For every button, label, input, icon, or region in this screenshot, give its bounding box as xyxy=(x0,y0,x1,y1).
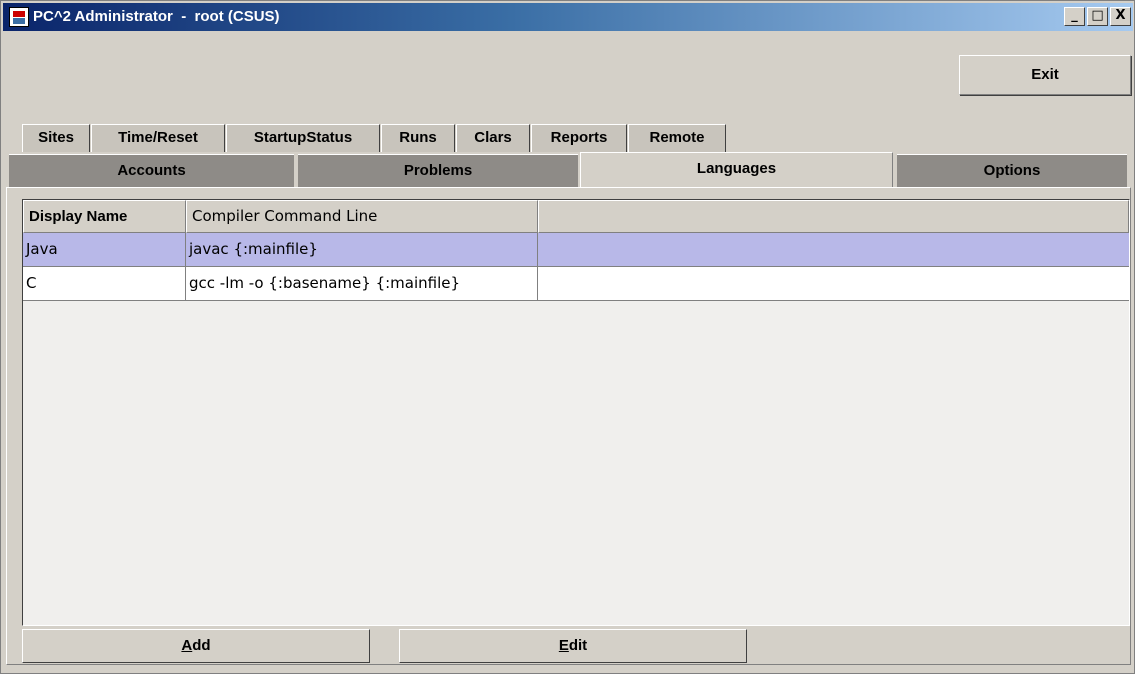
tab-time-reset[interactable]: Time/Reset xyxy=(91,124,225,152)
add-mnemonic: A xyxy=(181,637,193,654)
table-row[interactable]: Java javac {:mainfile} xyxy=(23,233,1129,267)
tab-options[interactable]: Options xyxy=(897,154,1127,187)
column-header-empty[interactable] xyxy=(538,200,1129,233)
app-window: PC^2 Administrator - root (CSUS) _ □ X E… xyxy=(0,0,1135,674)
maximize-button[interactable]: □ xyxy=(1087,7,1108,26)
tab-languages[interactable]: Languages xyxy=(580,152,893,188)
add-button[interactable]: Add xyxy=(22,629,370,663)
window-title: PC^2 Administrator - root (CSUS) xyxy=(33,8,280,25)
cell-display-name: C xyxy=(23,267,186,300)
app-logo-icon xyxy=(9,7,29,27)
tab-clars[interactable]: Clars xyxy=(456,124,530,152)
add-label-rest: dd xyxy=(192,637,211,654)
edit-label-rest: dit xyxy=(568,637,588,654)
column-header-display-name[interactable]: Display Name xyxy=(23,200,186,233)
table-row[interactable]: C gcc -lm -o {:basename} {:mainfile} xyxy=(23,267,1129,301)
column-header-compiler-command[interactable]: Compiler Command Line xyxy=(186,200,538,233)
tab-problems[interactable]: Problems xyxy=(298,154,578,187)
edit-mnemonic: E xyxy=(558,637,569,654)
tab-reports[interactable]: Reports xyxy=(531,124,627,152)
edit-button[interactable]: Edit xyxy=(399,629,747,663)
title-bar[interactable]: PC^2 Administrator - root (CSUS) _ □ X xyxy=(3,3,1133,31)
cell-compiler-command: javac {:mainfile} xyxy=(186,233,538,266)
tab-runs[interactable]: Runs xyxy=(381,124,455,152)
minimize-button[interactable]: _ xyxy=(1064,7,1085,26)
close-button[interactable]: X xyxy=(1110,7,1131,26)
tab-remote[interactable]: Remote xyxy=(628,124,726,152)
tab-startup-status[interactable]: StartupStatus xyxy=(226,124,380,152)
cell-display-name: Java xyxy=(23,233,186,266)
tab-sites[interactable]: Sites xyxy=(22,124,90,152)
tab-accounts[interactable]: Accounts xyxy=(9,154,294,187)
exit-button[interactable]: Exit xyxy=(959,55,1131,95)
cell-compiler-command: gcc -lm -o {:basename} {:mainfile} xyxy=(186,267,538,300)
languages-table[interactable]: Display Name Compiler Command Line Java … xyxy=(22,199,1130,626)
